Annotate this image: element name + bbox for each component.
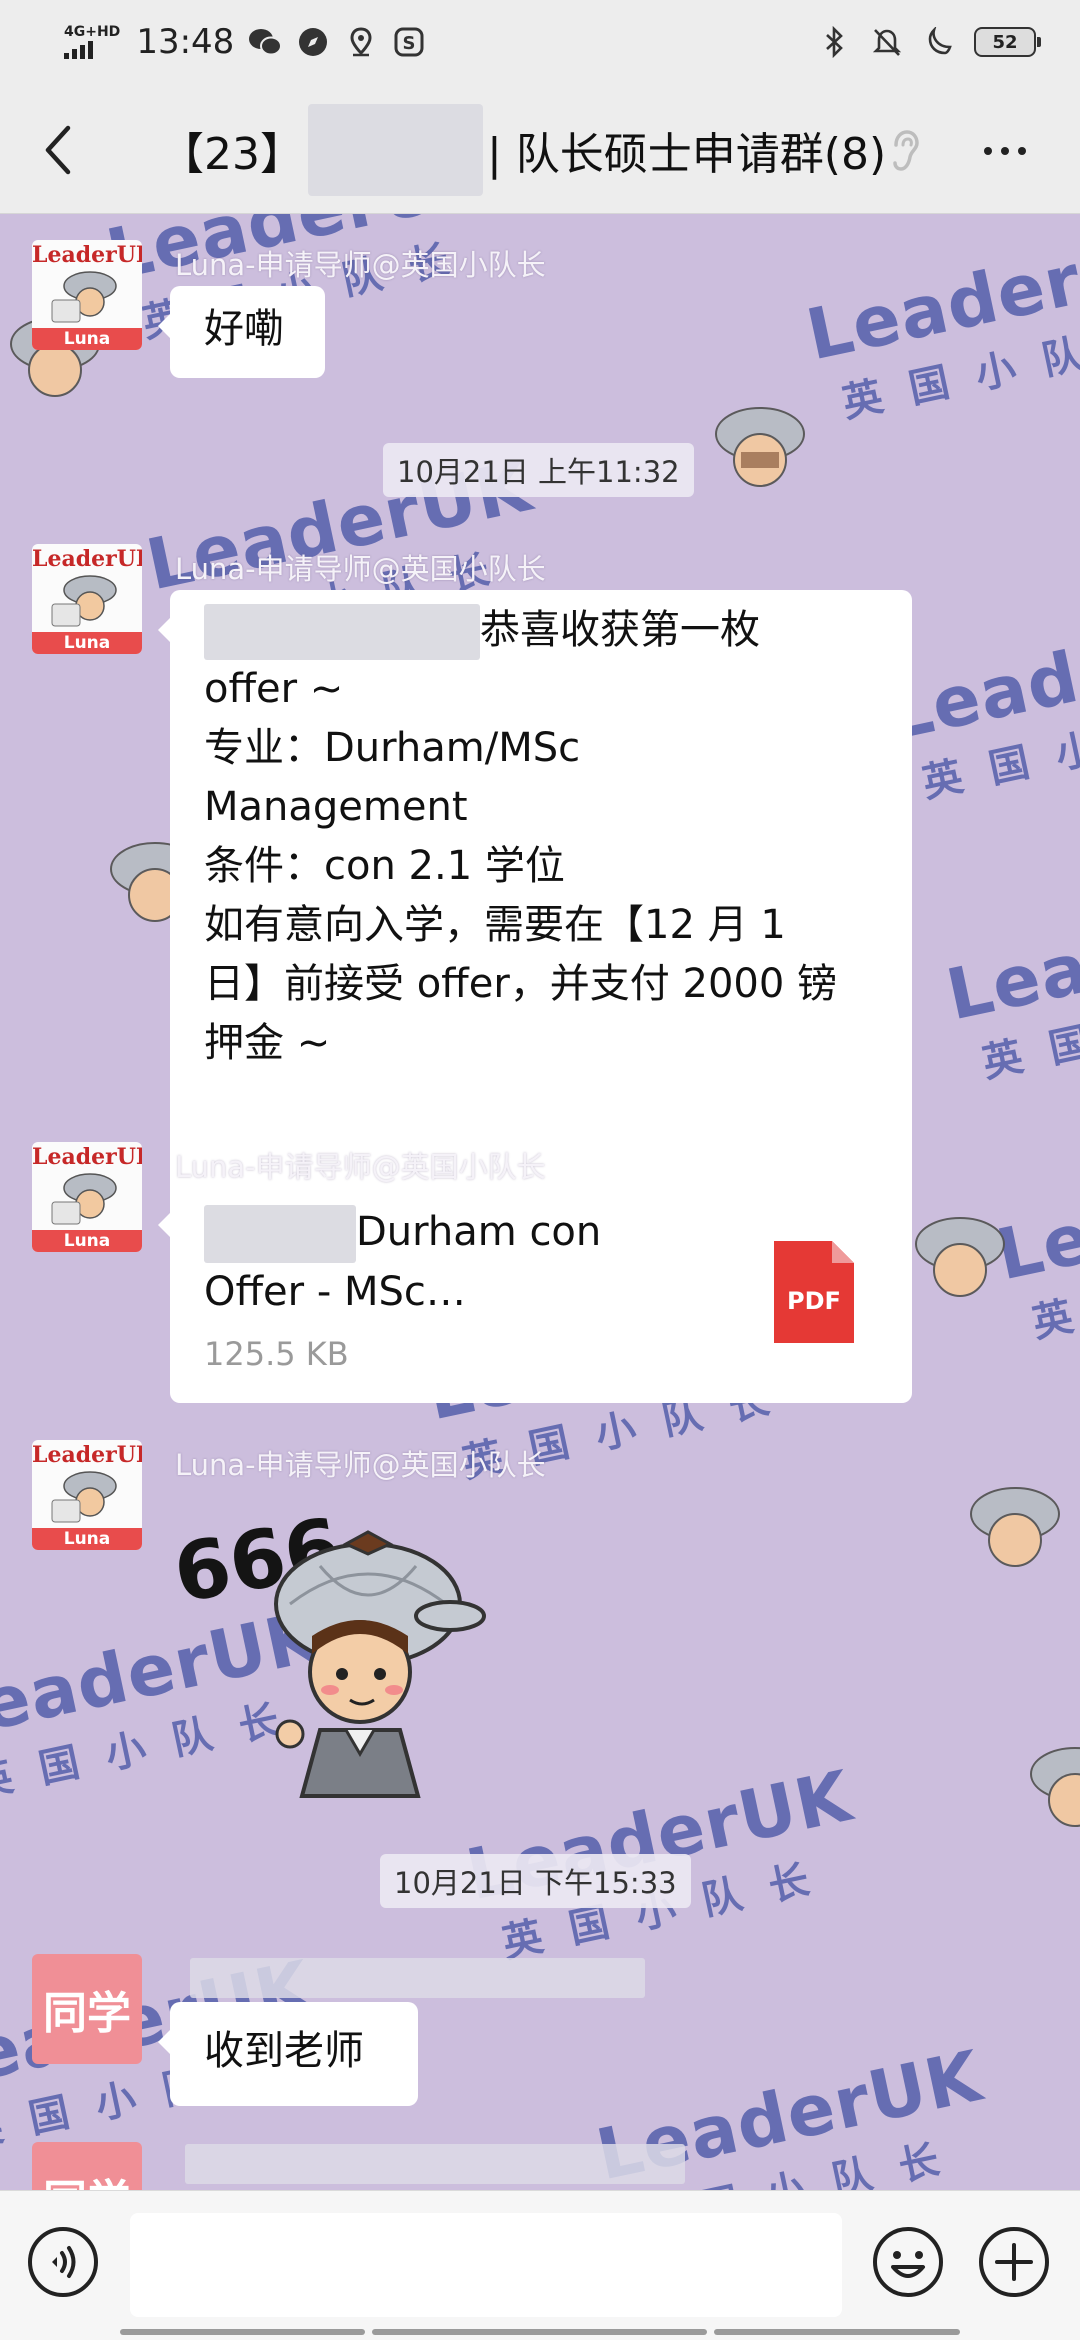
mascot-icon — [715, 407, 805, 487]
emoji-button[interactable] — [871, 2225, 945, 2299]
svg-text:S: S — [403, 33, 416, 54]
avatar[interactable]: LeaderUK Luna — [32, 240, 142, 350]
message-input[interactable] — [130, 2213, 842, 2317]
file-message[interactable]: Durham con Offer - MSc… 125.5 KB PDF — [158, 1185, 912, 1403]
plus-icon — [979, 2227, 1049, 2297]
sender-name: Luna-申请导师@英国小队长 — [175, 1150, 546, 1184]
network-indicator: 4G+HD — [64, 25, 120, 59]
mascot-icon — [970, 1487, 1060, 1567]
plus-button[interactable] — [977, 2225, 1051, 2299]
mascot-icon — [915, 1217, 1005, 1297]
pdf-icon: PDF — [774, 1241, 854, 1343]
message-line: 专业：Durham/MSc — [204, 725, 581, 771]
student-avatar-label: 同学 — [43, 1988, 131, 2039]
student-avatar[interactable]: 同学 — [32, 1954, 142, 2064]
mascot-icon — [51, 575, 117, 627]
svg-text:PDF: PDF — [787, 1287, 841, 1315]
chat-area[interactable]: LeaderUK英国小队长 LeaderUK英国小队长 LeaderUK英国小队… — [0, 214, 1080, 2190]
ear-mode-button[interactable] — [880, 124, 930, 178]
input-bar — [0, 2190, 1080, 2340]
avatar[interactable]: LeaderUK Luna — [32, 1440, 142, 1550]
mute-icon — [870, 25, 904, 59]
sender-name: Luna-申请导师@英国小队长 — [175, 248, 546, 282]
signal-icon — [64, 41, 93, 59]
watermark-logo: LeaderUK英国小队长 — [939, 874, 1080, 1087]
chat-title-suffix: | 队长硕士申请群(8) — [487, 129, 887, 180]
message-text: 好嘞 — [204, 306, 284, 352]
battery-level: 52 — [992, 31, 1018, 53]
message-line: offer ~ — [204, 666, 344, 712]
message-line: 押金 ~ — [204, 1020, 331, 1066]
back-button[interactable] — [28, 120, 88, 180]
mascot-icon — [51, 1471, 117, 1523]
more-button[interactable] — [970, 124, 1040, 178]
student-avatar-label: 同学 — [43, 2165, 131, 2190]
sender-name: Luna-申请导师@英国小队长 — [175, 552, 546, 586]
mascot-icon — [1030, 1747, 1080, 1827]
compass-icon — [296, 25, 330, 59]
bluetooth-icon — [818, 25, 852, 59]
status-time: 13:48 — [136, 22, 235, 62]
watermark-logo: LeaderUK英国小队长 — [799, 214, 1080, 427]
network-type: 4G+HD — [64, 24, 121, 40]
chat-title-prefix: 【23】 — [160, 129, 304, 180]
redacted-sender-name — [185, 2144, 685, 2184]
status-bar: 4G+HD 13:48 S 52 — [0, 0, 1080, 84]
detective-mascot-sticker — [274, 1530, 486, 1798]
mascot-icon — [51, 1173, 117, 1225]
moon-icon — [922, 25, 956, 59]
message-line: Management — [204, 784, 468, 830]
redacted-name — [204, 1205, 356, 1263]
student-avatar[interactable]: 同学 — [32, 2142, 142, 2190]
avatar[interactable]: LeaderUK Luna — [32, 544, 142, 654]
message-line: 如有意向入学，需要在【12 月 1 — [204, 902, 786, 948]
more-icon — [984, 147, 992, 155]
message-line: 条件：con 2.1 学位 — [204, 843, 565, 889]
redacted-name — [204, 604, 480, 660]
message-text: 收到老师 — [204, 2028, 364, 2074]
wechat-icon — [248, 25, 283, 59]
message-bubble[interactable]: 好嘞 — [158, 286, 325, 378]
message-line: 日】前接受 offer，并支付 2000 镑 — [204, 961, 838, 1007]
app-s-icon: S — [392, 25, 426, 59]
emoji-icon — [873, 2227, 943, 2297]
mascot-icon — [51, 271, 117, 323]
voice-icon — [28, 2227, 98, 2297]
chat-header: 【23】 | 队长硕士申请群(8) — [0, 84, 1080, 214]
sticker-message[interactable]: 666 — [167, 1494, 510, 1814]
timestamp: 10月21日 上午11:32 — [383, 443, 694, 497]
back-arrow-icon — [45, 125, 71, 175]
ear-icon — [893, 130, 919, 171]
watermark-logo: LeaderUK英国小队长 — [989, 1134, 1080, 1347]
nav-indicator — [372, 2329, 707, 2335]
chat-title: 【23】 | 队长硕士申请群(8) — [160, 104, 887, 196]
nav-indicator — [120, 2329, 365, 2335]
redacted-group-name — [308, 104, 483, 196]
battery-indicator: 52 — [974, 27, 1041, 57]
sender-name: Luna-申请导师@英国小队长 — [175, 1448, 546, 1482]
timestamp: 10月21日 下午15:33 — [380, 1854, 691, 1908]
redacted-sender-name — [190, 1958, 645, 1998]
voice-button[interactable] — [26, 2225, 100, 2299]
nav-indicator — [714, 2329, 960, 2335]
message-bubble[interactable]: 收到老师 — [158, 2002, 418, 2106]
message-line: 恭喜收获第一枚 — [204, 601, 878, 660]
avatar[interactable]: LeaderUK Luna — [32, 1142, 142, 1252]
location-icon — [344, 25, 378, 59]
